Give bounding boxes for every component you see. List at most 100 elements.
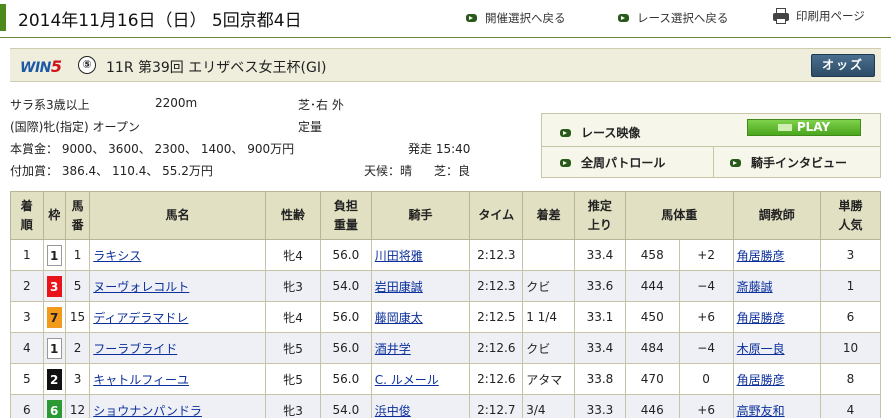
margin-cell: アタマ — [522, 363, 576, 395]
waku-cell: 2 — [42, 363, 66, 395]
trainer-link[interactable]: 角居勝彦 — [737, 311, 785, 325]
trainer-link[interactable]: 斎藤誠 — [737, 280, 773, 294]
race-prize-money: 本賞金： 9000、 3600、 2300、 1400、 900万円 — [10, 142, 295, 156]
rank-cell: 5 — [10, 363, 44, 395]
trainer-link[interactable]: 角居勝彦 — [737, 249, 785, 263]
jockey-link[interactable]: 浜中俊 — [375, 404, 411, 418]
horse-name-link[interactable]: ヌーヴォレコルト — [93, 280, 189, 294]
last3f-cell: 33.4 — [574, 239, 626, 271]
horse-name-link[interactable]: キャトルフィーユ — [93, 373, 189, 387]
col-umaban: 馬番 — [64, 191, 91, 240]
trainer-link[interactable]: 木原一良 — [737, 342, 785, 356]
printer-icon — [772, 8, 790, 24]
body-weight-cell: 458 — [624, 239, 680, 271]
popularity-cell: 6 — [819, 301, 882, 333]
col-trainer: 調教師 — [732, 191, 821, 240]
play-button[interactable]: PLAY — [747, 119, 861, 136]
patrol-video-label: 全周パトロール — [581, 156, 666, 170]
popularity-cell: 8 — [819, 363, 882, 395]
back-to-meeting-link[interactable]: 開催選択へ戻る — [466, 10, 566, 26]
col-waku: 枠 — [42, 191, 66, 240]
jockey-link[interactable]: 岩田康誠 — [375, 280, 423, 294]
table-row: 4 1 2 フーラブライド 牝5 56.0 酒井学 2:12.6 クビ 33.4 484 −4 木原一良… — [10, 332, 882, 364]
patrol-video-link[interactable]: 全周パトロール — [560, 154, 665, 171]
win5-logo: WIN5 — [20, 57, 62, 76]
horse-name-link[interactable]: ラキシス — [93, 249, 141, 263]
horse-name-link[interactable]: ショウナンパンドラ — [93, 404, 202, 418]
rank-cell: 2 — [10, 270, 44, 302]
umaban-cell: 1 — [64, 239, 91, 271]
popularity-cell: 4 — [819, 394, 882, 418]
popularity-cell: 1 — [819, 270, 882, 302]
col-rank: 着順 — [10, 191, 44, 240]
col-horse-name: 馬名 — [89, 191, 267, 240]
time-cell: 2:12.3 — [469, 239, 524, 271]
sex-age-cell: 牝4 — [265, 301, 321, 333]
jockey-link[interactable]: 酒井学 — [375, 342, 411, 356]
col-last3f: 推定 上り — [574, 191, 626, 240]
umaban-cell: 12 — [64, 394, 91, 418]
last3f-cell: 33.1 — [574, 301, 626, 333]
body-weight-diff-cell: +2 — [678, 239, 734, 271]
jockey-cell: 川田将雅 — [370, 239, 471, 271]
trainer-link[interactable]: 高野友和 — [737, 404, 785, 418]
jockey-link[interactable]: 藤岡康太 — [375, 311, 423, 325]
waku-cell: 6 — [42, 394, 66, 418]
table-row: 1 1 1 ラキシス 牝4 56.0 川田将雅 2:12.3 33.4 458 +2 角居勝彦 3 — [10, 239, 882, 271]
margin-cell: クビ — [522, 270, 576, 302]
body-weight-cell: 470 — [624, 363, 680, 395]
time-cell: 2:12.6 — [469, 363, 524, 395]
race-video-link[interactable]: レース映像 — [560, 124, 640, 141]
time-cell: 2:12.5 — [469, 301, 524, 333]
body-weight-diff-cell: −4 — [678, 332, 734, 364]
waku-cell: 1 — [42, 332, 66, 364]
col-jockey: 騎手 — [370, 191, 471, 240]
jockey-interview-link[interactable]: 騎手インタビュー — [730, 154, 847, 171]
jockey-link[interactable]: 川田将雅 — [375, 249, 423, 263]
horse-name-cell: ラキシス — [89, 239, 267, 271]
race-course: 芝･右 外 — [298, 98, 344, 112]
waku-cell: 3 — [42, 270, 66, 302]
weight-cell: 56.0 — [319, 332, 372, 364]
margin-cell: 1 1/4 — [522, 301, 576, 333]
race-date: 2014年11月16日（日） 5回京都4日 — [18, 11, 302, 31]
trainer-cell: 斎藤誠 — [732, 270, 821, 302]
page-header: 2014年11月16日（日） 5回京都4日 開催選択へ戻る レース選択へ戻る 印… — [0, 0, 891, 38]
odds-button[interactable]: オッズ — [811, 54, 875, 77]
horse-name-link[interactable]: ディアデラマドレ — [93, 311, 188, 325]
body-weight-cell: 484 — [624, 332, 680, 364]
jockey-cell: 岩田康誠 — [370, 270, 471, 302]
race-additional-prize: 付加賞： 386.4、 110.4、 55.2万円 — [10, 164, 213, 178]
trainer-cell: 高野友和 — [732, 394, 821, 418]
back-to-race-link[interactable]: レース選択へ戻る — [618, 10, 728, 26]
umaban-cell: 3 — [64, 363, 91, 395]
table-row: 5 2 3 キャトルフィーユ 牝5 56.0 C. ルメール 2:12.6 アタマ 33.8 470… — [10, 363, 882, 395]
waku-badge: 7 — [46, 306, 62, 328]
back-to-meeting-label: 開催選択へ戻る — [485, 11, 566, 25]
race-distance: 2200m — [155, 96, 198, 110]
umaban-cell: 15 — [64, 301, 91, 333]
body-weight-cell: 444 — [624, 270, 680, 302]
waku-badge: 1 — [46, 244, 62, 266]
waku-badge: 1 — [46, 337, 62, 359]
play-arrow-icon — [560, 128, 571, 137]
jockey-link[interactable]: C. ルメール — [375, 373, 439, 387]
table-row: 3 7 15 ディアデラマドレ 牝4 56.0 藤岡康太 2:12.5 1 1/4 33.1 450… — [10, 301, 882, 333]
trainer-link[interactable]: 角居勝彦 — [737, 373, 785, 387]
popularity-cell: 10 — [819, 332, 882, 364]
col-body-weight: 馬体重 — [624, 191, 734, 240]
last3f-cell: 33.6 — [574, 270, 626, 302]
waku-cell: 7 — [42, 301, 66, 333]
horse-name-link[interactable]: フーラブライド — [93, 342, 177, 356]
rank-cell: 3 — [10, 301, 44, 333]
rank-cell: 4 — [10, 332, 44, 364]
col-margin: 着差 — [522, 191, 576, 240]
body-weight-cell: 450 — [624, 301, 680, 333]
trainer-cell: 角居勝彦 — [732, 363, 821, 395]
weight-cell: 56.0 — [319, 301, 372, 333]
col-popularity: 単勝 人気 — [819, 191, 882, 240]
print-page-link[interactable]: 印刷用ページ — [772, 8, 865, 24]
table-header-row: 着順 枠 馬番 馬名 性齢 負担 重量 騎手 タイム 着差 推定 上り 馬体重 調教… — [10, 191, 882, 240]
last3f-cell: 33.8 — [574, 363, 626, 395]
margin-cell: クビ — [522, 332, 576, 364]
